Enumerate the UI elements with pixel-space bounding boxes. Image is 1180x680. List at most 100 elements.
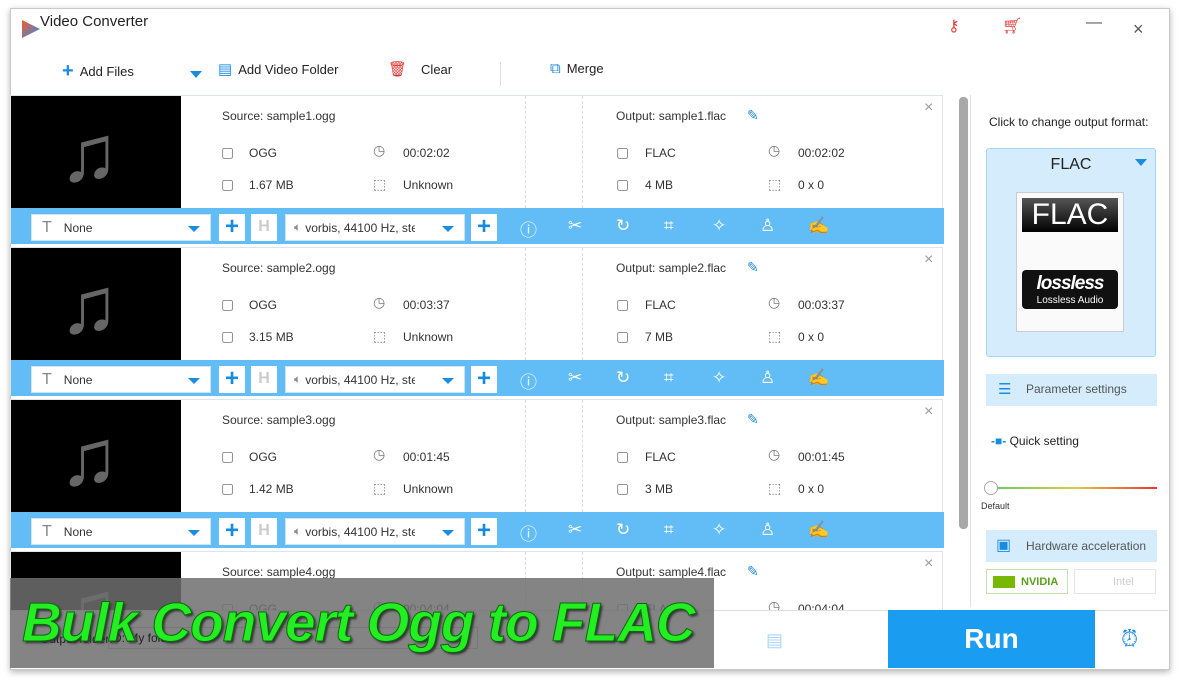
audio-track-select[interactable]: 🔈︎ vorbis, 44100 Hz, ste	[285, 518, 465, 545]
effects-wand-icon[interactable]: ✧	[712, 368, 726, 388]
scrollbar[interactable]	[959, 97, 968, 529]
add-audio-button[interactable]: +	[471, 214, 497, 241]
rotate-icon[interactable]: ↻	[616, 520, 630, 540]
output-duration: 00:01:45	[798, 450, 845, 464]
clear-label: Clear	[421, 61, 453, 77]
intel-button[interactable]: Intel	[1074, 569, 1156, 594]
parameter-settings-button[interactable]: ☰ Parameter settings	[986, 374, 1157, 406]
info-icon[interactable]: ⓘ	[520, 520, 537, 545]
rotate-icon[interactable]: ↻	[616, 368, 630, 388]
source-format: OGG	[249, 450, 278, 464]
output-filename: Output: sample4.flac	[616, 565, 727, 579]
file-format-icon: ▢	[221, 448, 235, 464]
thumbnail: ♫	[11, 96, 181, 208]
edit-pencil-icon[interactable]: ✎	[747, 107, 759, 124]
subtitle-select[interactable]: T None	[31, 518, 211, 545]
add-audio-button[interactable]: +	[471, 518, 497, 545]
subtitle-select[interactable]: T None	[31, 366, 211, 393]
add-subtitle-button[interactable]: +	[219, 214, 245, 241]
hardware-acceleration-button[interactable]: ▣ Hardware acceleration	[986, 530, 1157, 562]
minimize-button[interactable]: —	[1086, 14, 1102, 32]
quality-slider[interactable]	[993, 487, 1157, 489]
merge-button[interactable]: ⧉ Merge	[550, 60, 604, 77]
crop-icon[interactable]: ⌗	[664, 216, 674, 236]
crop-icon[interactable]: ⌗	[664, 520, 674, 540]
add-folder-button[interactable]: ▤ Add Video Folder	[218, 60, 338, 78]
hdr-icon[interactable]: H	[251, 518, 277, 545]
folder-icon: ▢	[616, 328, 630, 344]
add-subtitle-button[interactable]: +	[219, 366, 245, 393]
watermark-icon[interactable]: ♙	[760, 368, 775, 388]
remove-row-button[interactable]: ×	[924, 99, 933, 117]
audio-track-select[interactable]: 🔈︎ vorbis, 44100 Hz, ste	[285, 214, 465, 241]
preview-icon[interactable]: ▤	[766, 630, 783, 651]
hdr-icon[interactable]: H	[251, 214, 277, 241]
key-icon[interactable]: ⚷	[948, 16, 960, 36]
rotate-icon[interactable]: ↻	[616, 216, 630, 236]
cart-icon[interactable]: 🛒︎	[1002, 16, 1022, 36]
file-row: ♫ Source: sample2.ogg Output: sample2.fla…	[10, 247, 944, 396]
edit-pencil-icon[interactable]: ✎	[747, 259, 759, 276]
format-selector[interactable]: FLAC FLAC lossless Lossless Audio	[986, 148, 1156, 357]
resolution-icon: ⬚	[373, 176, 387, 192]
hdr-icon[interactable]: H	[251, 366, 277, 393]
edit-subtitle-icon[interactable]: ✍	[808, 216, 829, 236]
clock-icon: ◷	[768, 294, 781, 310]
format-hint: Click to change output format:	[989, 115, 1149, 129]
text-icon: T	[42, 370, 52, 388]
remove-row-button[interactable]: ×	[924, 251, 933, 269]
add-folder-label: Add Video Folder	[238, 61, 339, 77]
add-files-label: Add Files	[79, 64, 134, 79]
file-row: ♫ Source: sample3.ogg Output: sample3.fla…	[10, 399, 944, 548]
edit-toolbar: T None + H 🔈︎ vorbis, 44100 Hz, ste + ⓘ ✂ ↻ ⌗…	[11, 512, 944, 548]
remove-row-button[interactable]: ×	[924, 555, 933, 573]
output-format: FLAC	[645, 450, 676, 464]
edit-subtitle-icon[interactable]: ✍	[808, 368, 829, 388]
output-size: 3 MB	[645, 482, 674, 496]
thumbnail: ♫	[11, 400, 181, 512]
audio-track-select[interactable]: 🔈︎ vorbis, 44100 Hz, ste	[285, 366, 465, 393]
watermark-icon[interactable]: ♙	[760, 520, 775, 540]
source-format: OGG	[249, 146, 278, 160]
output-size: 4 MB	[645, 178, 674, 192]
folder-icon: ▢	[221, 480, 235, 496]
format-name: FLAC	[1050, 156, 1092, 173]
edit-pencil-icon[interactable]: ✎	[747, 563, 759, 580]
output-resolution: 0 x 0	[798, 330, 825, 344]
watermark-icon[interactable]: ♙	[760, 216, 775, 236]
merge-icon: ⧉	[550, 60, 561, 77]
add-subtitle-button[interactable]: +	[219, 518, 245, 545]
alarm-clock-icon[interactable]: ⏰︎	[1121, 626, 1138, 652]
file-format-icon: ▢	[616, 296, 630, 312]
quick-setting-label: -■- Quick setting	[991, 434, 1079, 448]
close-button[interactable]: ×	[1133, 20, 1144, 38]
nvidia-button[interactable]: NVIDIA	[986, 569, 1068, 594]
effects-wand-icon[interactable]: ✧	[712, 216, 726, 236]
add-audio-button[interactable]: +	[471, 366, 497, 393]
resolution-icon: ⬚	[768, 176, 782, 192]
music-note-icon: ♫	[59, 261, 119, 350]
slider-handle[interactable]	[984, 481, 998, 495]
add-files-button[interactable]: + Add Files	[62, 60, 134, 83]
edit-subtitle-icon[interactable]: ✍	[808, 520, 829, 540]
source-resolution: Unknown	[403, 330, 454, 344]
output-format: FLAC	[645, 298, 676, 312]
run-button[interactable]: Run	[888, 610, 1095, 668]
subtitle-select[interactable]: T None	[31, 214, 211, 241]
edit-pencil-icon[interactable]: ✎	[747, 411, 759, 428]
crop-icon[interactable]: ⌗	[664, 368, 674, 388]
source-filename: Source: sample4.ogg	[222, 565, 336, 579]
remove-row-button[interactable]: ×	[924, 403, 933, 421]
source-format: OGG	[249, 298, 278, 312]
cut-icon[interactable]: ✂	[568, 216, 582, 236]
info-icon[interactable]: ⓘ	[520, 368, 537, 393]
file-list: ♫ Source: sample1.ogg Output: sample1.fla…	[10, 95, 945, 610]
cut-icon[interactable]: ✂	[568, 520, 582, 540]
effects-wand-icon[interactable]: ✧	[712, 520, 726, 540]
clear-button[interactable]: 🗑︎ Clear	[388, 60, 452, 78]
info-icon[interactable]: ⓘ	[520, 216, 537, 241]
source-duration: 00:01:45	[403, 450, 450, 464]
cut-icon[interactable]: ✂	[568, 368, 582, 388]
add-files-dropdown[interactable]	[190, 71, 202, 78]
output-duration: 00:04:04	[798, 602, 845, 610]
